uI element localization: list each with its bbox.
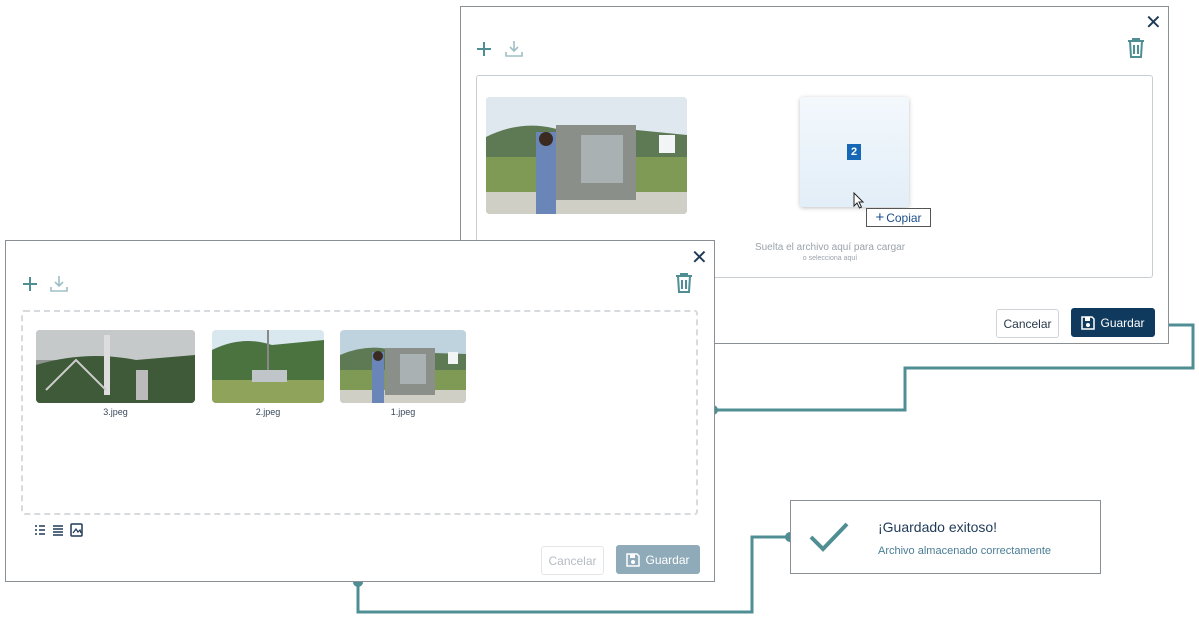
file-name: 1.jpeg: [390, 407, 416, 417]
drop-subhint[interactable]: o selecciona aquí: [760, 255, 900, 262]
download-icon[interactable]: [504, 39, 524, 58]
image-thumbnail-3[interactable]: [36, 330, 195, 403]
image-thumbnail-preview: [486, 97, 687, 214]
list-view-icon[interactable]: [34, 524, 46, 536]
toast-message: Archivo almacenado correctamente: [878, 545, 1052, 557]
plus-icon[interactable]: [475, 40, 493, 58]
drop-hint: Suelta el archivo aquí para cargar: [754, 242, 906, 253]
trash-icon[interactable]: [674, 272, 694, 294]
save-button[interactable]: Guardar: [616, 545, 700, 574]
save-icon: [1081, 315, 1096, 330]
trash-icon[interactable]: [1126, 37, 1146, 59]
close-icon[interactable]: ✕: [1145, 13, 1162, 33]
toast-title: ¡Guardado exitoso!: [878, 519, 998, 535]
image-thumbnail-2[interactable]: [212, 330, 324, 403]
save-button[interactable]: Guardar: [1071, 308, 1155, 337]
file-name: 2.jpeg: [255, 407, 281, 417]
cursor-icon: [853, 192, 865, 209]
save-icon: [626, 552, 641, 567]
check-icon: [809, 522, 849, 552]
detail-view-icon[interactable]: [52, 524, 64, 536]
plus-icon[interactable]: [21, 275, 39, 293]
success-toast: ¡Guardado exitoso! Archivo almacenado co…: [790, 500, 1101, 574]
drag-count-badge: 2: [847, 144, 861, 160]
gallery-view-icon[interactable]: [70, 523, 83, 537]
cancel-button[interactable]: Cancelar: [996, 309, 1059, 338]
copy-tooltip: + Copiar: [866, 208, 931, 227]
close-icon[interactable]: ✕: [691, 248, 708, 268]
download-icon[interactable]: [49, 274, 69, 293]
file-name: 3.jpeg: [103, 407, 128, 417]
image-thumbnail-1[interactable]: [340, 330, 466, 403]
cancel-button[interactable]: Cancelar: [541, 546, 604, 575]
